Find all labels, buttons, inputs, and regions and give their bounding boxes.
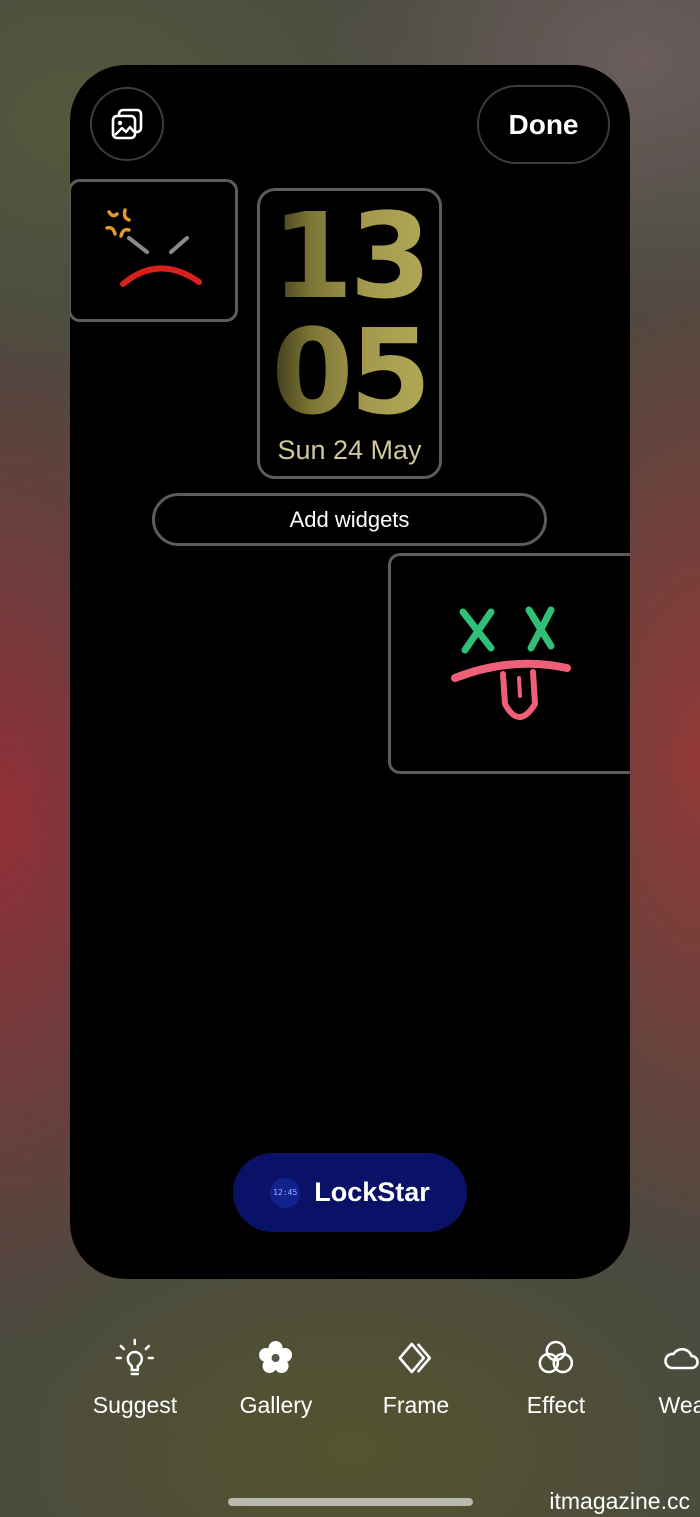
home-indicator[interactable] <box>228 1498 473 1506</box>
toolbar-suggest[interactable]: Suggest <box>93 1338 177 1419</box>
toolbar-suggest-label: Suggest <box>92 1392 178 1418</box>
effect-circles-icon <box>538 1340 574 1374</box>
lockstar-button[interactable]: 12:45 LockStar <box>233 1153 467 1232</box>
toolbar-gallery-label: Gallery <box>239 1392 313 1418</box>
toolbar-frame-label: Frame <box>382 1392 450 1418</box>
watermark: itmagazine.cc <box>549 1488 690 1514</box>
bottom-toolbar: Suggest Gallery Frame Effect Wea <box>0 1338 700 1428</box>
toolbar-effect-label: Effect <box>526 1392 586 1418</box>
frame-icon <box>398 1342 432 1374</box>
lockstar-label: LockStar <box>314 1177 430 1207</box>
clock-widget[interactable]: 13 05 Sun 24 May <box>257 188 442 479</box>
gallery-image-icon <box>111 108 143 140</box>
toolbar-effect[interactable]: Effect <box>527 1338 585 1419</box>
add-widgets-button[interactable]: Add widgets <box>152 493 547 546</box>
dizzy-tongue-face-icon <box>451 606 571 720</box>
toolbar-weather-label: Wea <box>658 1392 700 1418</box>
toolbar-frame[interactable]: Frame <box>383 1338 449 1419</box>
angry-face-icon <box>105 208 202 287</box>
clock-date: Sun 24 May <box>277 435 422 465</box>
lockscreen-preview: Done 13 05 Sun 24 May Add widgets 12:45 … <box>70 65 630 1279</box>
toolbar-gallery[interactable]: Gallery <box>239 1338 313 1419</box>
angry-sticker-widget[interactable] <box>70 179 238 322</box>
dizzy-sticker-widget[interactable] <box>388 553 630 774</box>
lockstar-app-icon: 12:45 <box>270 1177 301 1208</box>
wallpaper-gallery-button[interactable] <box>90 87 164 161</box>
lightbulb-icon <box>115 1338 155 1376</box>
weather-icon <box>664 1347 700 1370</box>
clock-minutes: 05 <box>260 313 439 431</box>
lockstar-icon-time: 12:45 <box>273 1188 298 1197</box>
done-button[interactable]: Done <box>477 85 610 164</box>
clock-hours: 13 <box>260 197 439 315</box>
toolbar-weather[interactable]: Wea <box>659 1338 700 1419</box>
flower-icon <box>259 1341 293 1373</box>
